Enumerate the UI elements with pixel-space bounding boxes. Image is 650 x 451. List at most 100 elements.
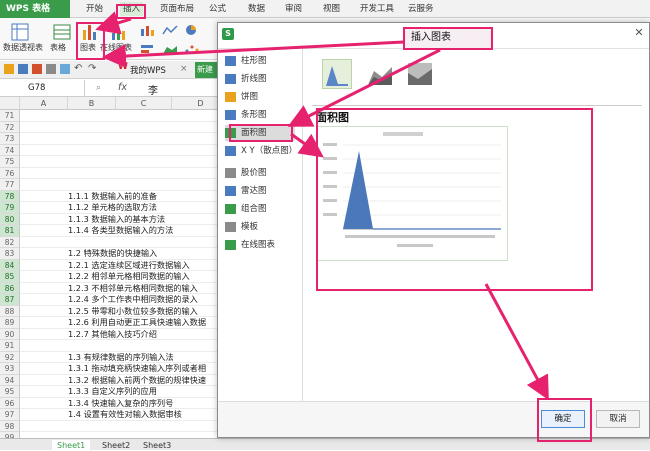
cell-b[interactable]: 1.3.4 快速输入复杂的序列号 [68, 398, 173, 410]
row-header[interactable]: 74 [0, 144, 20, 156]
percent-area-thumb-icon [408, 63, 432, 85]
row-header[interactable]: 82 [0, 236, 20, 248]
chart-category-item[interactable]: 在线图表 [225, 237, 295, 253]
cell-b[interactable]: 1.2.2 相邻单元格相同数据的输入 [68, 271, 190, 283]
print-icon[interactable] [46, 64, 56, 74]
chart-thumb-stacked-area[interactable] [366, 59, 396, 89]
menu-item-formula[interactable]: 公式 [206, 2, 229, 16]
cell-b[interactable]: 1.1.2 单元格的选取方法 [68, 202, 157, 214]
column-header-a[interactable]: A [20, 97, 68, 110]
row-header[interactable]: 73 [0, 133, 20, 145]
sheet-grid[interactable]: 71 72 73 74 75 76 77 78 1.1.1 数据输入前的准备 79 1.1.2 单元… [0, 110, 230, 444]
row-header[interactable]: 81 [0, 225, 20, 237]
cell-b[interactable]: 1.3.2 根据输入前两个数据的规律快速 [68, 375, 206, 387]
column-header-c[interactable]: C [116, 97, 172, 110]
chart-thumb-area[interactable] [322, 59, 352, 89]
row-header[interactable]: 79 [0, 202, 20, 214]
chart-thumb-percent-area[interactable] [406, 59, 436, 89]
row-header[interactable]: 98 [0, 420, 20, 432]
cell-b[interactable]: 1.1.1 数据输入前的准备 [68, 191, 157, 203]
cancel-button[interactable]: 取消 [596, 410, 640, 428]
undo-icon[interactable]: ↶ [74, 63, 82, 74]
menu-item-start[interactable]: 开始 [83, 2, 106, 16]
row-header[interactable]: 96 [0, 397, 20, 409]
cell-b[interactable]: 1.2 特殊数据的快捷输入 [68, 248, 157, 260]
chart-category-item[interactable]: 模板 [225, 219, 295, 235]
cell-b[interactable]: 1.3.3 自定义序列的应用 [68, 386, 157, 398]
bar-chart-button[interactable] [140, 44, 156, 57]
close-icon[interactable]: ✕ [632, 26, 646, 40]
row-header[interactable]: 75 [0, 156, 20, 168]
row-header[interactable]: 89 [0, 317, 20, 329]
line-chart-button[interactable] [162, 24, 178, 39]
sheet-tab-1[interactable]: Sheet1 [52, 440, 91, 451]
row-header[interactable]: 88 [0, 305, 20, 317]
mywps-tab[interactable]: 我的WPS [130, 64, 166, 76]
chart-category-item[interactable]: 柱形图 [225, 53, 295, 69]
close-tab-icon[interactable]: × [180, 64, 188, 74]
cell-b[interactable]: 1.2.7 其他输入技巧介绍 [68, 329, 157, 341]
scatter-chart-button[interactable] [184, 44, 200, 57]
chart-category-item[interactable]: 组合图 [225, 201, 295, 217]
row-header[interactable]: 76 [0, 167, 20, 179]
chart-category-label: 饼图 [241, 92, 259, 102]
row-header[interactable]: 77 [0, 179, 20, 191]
menu-item-page-layout[interactable]: 页面布局 [157, 2, 197, 16]
row-header[interactable]: 71 [0, 110, 20, 122]
cell-b[interactable]: 1.2.1 选定连续区域进行数据输入 [68, 260, 190, 272]
row-header[interactable]: 95 [0, 386, 20, 398]
select-all-corner[interactable] [0, 97, 20, 110]
save-icon[interactable] [18, 64, 28, 74]
area-chart-button[interactable] [162, 44, 178, 57]
column-header-b[interactable]: B [68, 97, 116, 110]
search-icon[interactable]: ⌕ [96, 83, 101, 93]
column-chart-button[interactable] [140, 24, 156, 39]
pdf-icon[interactable] [32, 64, 42, 74]
cell-b[interactable]: 1.2.4 多个工作表中相同数据的录入 [68, 294, 198, 306]
chart-category-item[interactable]: 雷达图 [225, 183, 295, 199]
row-header[interactable]: 92 [0, 351, 20, 363]
cell-b[interactable]: 1.2.6 利用自动更正工具快速输入数据 [68, 317, 206, 329]
cell-b[interactable]: 1.2.5 带零和小数位较多数据的输入 [68, 306, 198, 318]
cell-b[interactable]: 1.1.3 数据输入的基本方法 [68, 214, 165, 226]
row-header[interactable]: 91 [0, 340, 20, 352]
cell-b[interactable]: 1.1.4 各类型数据输入的方法 [68, 225, 173, 237]
sheet-tab-3[interactable]: Sheet3 [138, 440, 176, 451]
row-header[interactable]: 90 [0, 328, 20, 340]
app-menu-button[interactable]: WPS 表格 [0, 0, 70, 18]
row-header[interactable]: 84 [0, 259, 20, 271]
redo-icon[interactable]: ↷ [88, 63, 96, 74]
row-header[interactable]: 83 [0, 248, 20, 260]
name-box[interactable]: G78 [0, 80, 85, 97]
row-header[interactable]: 72 [0, 121, 20, 133]
cell-b[interactable]: 1.4 设置有效性对输入数据审核 [68, 409, 182, 421]
row-header[interactable]: 86 [0, 282, 20, 294]
menu-item-data[interactable]: 数据 [245, 2, 268, 16]
row-header[interactable]: 97 [0, 409, 20, 421]
chart-category-item[interactable]: X Y（散点图） [225, 143, 297, 159]
menu-item-developer[interactable]: 开发工具 [357, 2, 397, 16]
row-header[interactable]: 78 [0, 190, 20, 202]
menu-item-cloud[interactable]: 云服务 [405, 2, 437, 16]
row-header[interactable]: 93 [0, 363, 20, 375]
chart-category-item[interactable]: 饼图 [225, 89, 295, 105]
menu-item-review[interactable]: 审阅 [282, 2, 305, 16]
cell-b[interactable]: 1.3 有规律数据的序列输入法 [68, 352, 174, 364]
fx-icon[interactable]: fx [118, 82, 127, 93]
chart-category-item[interactable]: 折线图 [225, 71, 295, 87]
pie-chart-button[interactable] [184, 24, 198, 39]
row-header[interactable]: 94 [0, 374, 20, 386]
open-icon[interactable] [4, 64, 14, 74]
sheet-tab-2[interactable]: Sheet2 [97, 440, 135, 451]
menu-item-view[interactable]: 视图 [320, 2, 343, 16]
chart-category-item[interactable]: 条形图 [225, 107, 295, 123]
row-header[interactable]: 80 [0, 213, 20, 225]
row-header[interactable]: 87 [0, 294, 20, 306]
chart-category-label: 在线图表 [241, 240, 276, 250]
cell-b[interactable]: 1.2.3 不相邻单元格相同数据的输入 [68, 283, 198, 295]
cell-b[interactable]: 1.3.1 拖动填充柄快速输入序列或者相 [68, 363, 206, 375]
preview-icon[interactable] [60, 64, 70, 74]
row-header[interactable]: 85 [0, 271, 20, 283]
chart-category-item[interactable]: 股价图 [225, 165, 295, 181]
formula-input[interactable]: 李 [148, 82, 158, 97]
